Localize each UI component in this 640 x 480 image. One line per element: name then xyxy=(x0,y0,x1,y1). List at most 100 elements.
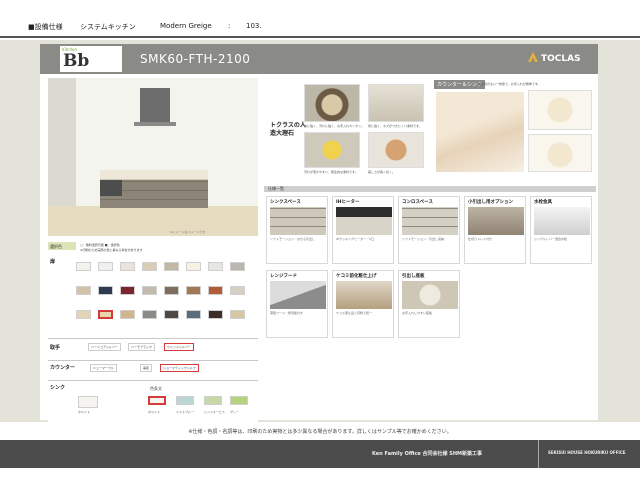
selection-heading: 選択色 xyxy=(48,242,76,250)
sink-swatch[interactable] xyxy=(204,396,222,405)
sink-chip-label: グレー xyxy=(230,410,240,414)
counter-chip[interactable]: 美肌 xyxy=(140,364,153,372)
sink-chip-label: ホワイト xyxy=(148,410,161,414)
door-swatch[interactable] xyxy=(164,310,179,319)
door-swatch[interactable] xyxy=(208,286,223,295)
handle-chip[interactable]: ハードコアシルバー xyxy=(88,343,121,351)
sink-side-label: ホワイト xyxy=(78,410,91,414)
range-hood-image xyxy=(140,88,170,124)
sink-swatch[interactable] xyxy=(230,396,248,405)
door-swatch[interactable] xyxy=(164,286,179,295)
door-swatch[interactable] xyxy=(230,262,245,271)
countertop-image xyxy=(100,170,208,180)
spec-card-desc: シングルレバー混合水栓 xyxy=(534,237,568,241)
spec-card-title: 小引出し用オプション xyxy=(468,200,513,205)
kitchen-render xyxy=(48,78,258,236)
spec-card-image xyxy=(402,281,458,309)
spec-card-image xyxy=(402,207,458,235)
section-label: ■設備仕様 xyxy=(28,23,63,31)
bottom-note: ※仕様・色調・名調等は、印刷のため実物とは多少異なる場合があります。詳しくはサン… xyxy=(188,429,452,435)
door-swatch[interactable] xyxy=(76,310,91,319)
sink-chip-label: シンフォーピス xyxy=(204,410,225,414)
spec-card: 引出し底板お手入れしやすい底板 xyxy=(398,270,460,338)
toclas-mark-icon xyxy=(528,52,538,62)
spec-card: ケコミ前化粧仕上げ ケコミ部も扉と同柄で統一 xyxy=(332,270,394,338)
spec-card-title: シンクスペース xyxy=(270,200,301,205)
sink-swatch[interactable] xyxy=(176,396,194,405)
spec-card-title: ケコミ前化粧仕上げ xyxy=(336,274,377,279)
counter-row-label: カウンター xyxy=(50,365,76,371)
door-row-label: 扉 xyxy=(50,259,56,265)
model-number: SMK60-FTH-2100 xyxy=(140,52,251,66)
door-swatch[interactable] xyxy=(230,310,245,319)
feature-caption: 熱に強く、汚れに強く、お手入れカンタン。 xyxy=(304,124,364,128)
spec-card: レンジフード 薄型フード／整流板付き xyxy=(266,270,328,338)
spec-card-desc: IHクッキングヒーター／3口 xyxy=(336,237,374,241)
spec-card: IHヒーター IHクッキングヒーター／3口 xyxy=(332,196,394,264)
spec-card-desc: ソフトモーション／引出し収納 xyxy=(402,237,444,241)
door-swatch[interactable] xyxy=(208,310,223,319)
spec-card-image xyxy=(270,281,326,309)
spec-card: 水栓金具シングルレバー混合水栓 xyxy=(530,196,592,264)
door-swatch[interactable] xyxy=(98,262,113,271)
door-swatch[interactable] xyxy=(142,262,157,271)
feature-caption: 美しさが長く続く。 xyxy=(368,170,396,174)
sink-chip-label: ミストブルー xyxy=(176,410,195,414)
door-swatch[interactable] xyxy=(208,262,223,271)
selection-note-2: ※印刷のため実際の色と異なる場合があります xyxy=(80,248,143,252)
render-caption: ※イメージはイメージです xyxy=(170,230,206,234)
door-swatch[interactable] xyxy=(76,286,91,295)
door-swatch[interactable] xyxy=(186,286,201,295)
sink-product-image xyxy=(436,92,524,172)
spec-card-title: コンロスペース xyxy=(402,200,433,205)
header-bar xyxy=(40,44,598,74)
footer: Ken Family Office 合同会社様 SHM新築工事 SEKISUI … xyxy=(0,440,640,468)
sink-swatch-selected[interactable] xyxy=(148,396,166,405)
door-swatch[interactable] xyxy=(76,262,91,271)
door-swatch[interactable] xyxy=(142,310,157,319)
door-swatch[interactable] xyxy=(230,286,245,295)
handle-chip[interactable]: ハーモブラック xyxy=(128,343,156,351)
feature-caption: 傷に強く、キズがつきにくい素材です。 xyxy=(368,124,422,128)
door-swatch[interactable] xyxy=(120,286,135,295)
style-label: Modern Greige xyxy=(160,22,212,30)
door-swatch[interactable] xyxy=(186,262,201,271)
counter-chip[interactable]: ニューマーブル xyxy=(90,364,117,372)
spec-card-image xyxy=(336,281,392,309)
spec-card-desc: お手入れしやすい底板 xyxy=(402,311,432,315)
door-swatch[interactable] xyxy=(142,286,157,295)
counter-sink-desc: 継ぎ目がない一体型で、お手入れが簡単です。 xyxy=(478,82,541,86)
brand-logo: TOCLAS xyxy=(528,52,581,64)
footer-office: SEKISUI HOUSE HOKURIKU OFFICE xyxy=(548,450,626,455)
selection-note-1: □：無料選択可能 ■：選択色 xyxy=(80,243,120,247)
door-swatch[interactable] xyxy=(120,310,135,319)
category-label: システムキッチン xyxy=(80,23,136,31)
spec-card-desc: 薄型フード／整流板付き xyxy=(270,311,304,315)
cooktop-image xyxy=(100,180,122,196)
footer-company: Ken Family Office 合同会社様 SHM新築工事 xyxy=(372,451,483,457)
sink-detail-image xyxy=(528,90,592,130)
spec-card-image xyxy=(336,207,392,235)
spec-card-title: 引出し底板 xyxy=(402,274,425,279)
features-title: トクラスの人造大理石 xyxy=(270,122,306,137)
spec-card-title: 水栓金具 xyxy=(534,200,552,205)
sink-swatch[interactable] xyxy=(78,396,98,408)
spec-card: 小引出し用オプション 仕切りトレイ付き xyxy=(464,196,526,264)
door-swatch[interactable] xyxy=(164,262,179,271)
door-swatch[interactable] xyxy=(98,286,113,295)
door-swatch[interactable] xyxy=(186,310,201,319)
spec-card: シンクスペースソフトモーション／おちる引出し xyxy=(266,196,328,264)
spec-bar: 仕様一覧 xyxy=(264,186,596,192)
feature-caption: 汚れが落ちやすい、衛生的な素材です。 xyxy=(304,170,358,174)
door-swatch-selected[interactable] xyxy=(98,310,113,319)
handle-row-label: 取手 xyxy=(50,345,61,351)
feature-image-counter xyxy=(368,84,424,122)
top-divider xyxy=(0,36,640,38)
spec-card-image xyxy=(534,207,590,235)
handle-chip-selected[interactable]: ウインドシルバー xyxy=(164,343,195,351)
spec-card-desc: ソフトモーション／おちる引出し xyxy=(270,237,315,241)
door-swatch[interactable] xyxy=(120,262,135,271)
sink-detail-image xyxy=(528,134,592,172)
bb-logo: Kitchen Bb xyxy=(60,46,122,72)
counter-chip-selected[interactable]: ショーマティックシルク xyxy=(160,364,199,372)
